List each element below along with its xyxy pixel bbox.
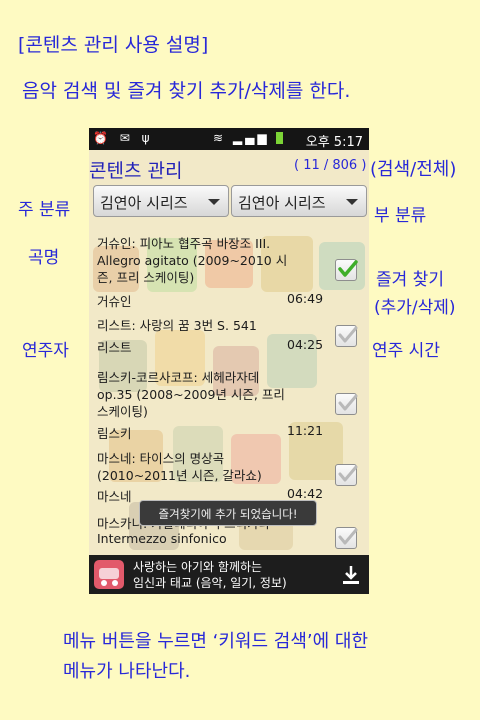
battery-icon [276,132,284,144]
annotation-song-title: 곡명 [28,248,60,268]
favorite-checkbox[interactable] [335,464,358,486]
annotation-duration: 연주 시간 [372,341,440,361]
sub-category-dropdown[interactable]: 김연아 시리즈 [231,185,367,217]
favorite-checkbox[interactable] [335,259,358,281]
ad-banner[interactable]: 사랑하는 아기와 함께하는 임신과 태교 (음악, 일기, 정보) [89,555,369,594]
checkmark-icon [338,528,358,545]
chevron-down-icon [208,199,220,205]
song-title: 림스키-코르사코프: 세헤라자데 op.35 (2008~2009년 시즌, 프… [97,370,285,419]
page-description: 음악 검색 및 즐겨 찾기 추가/삭제를 한다. [22,80,351,102]
status-bar: ⏰ ✉ ψ ≋ ▂▄▆ 오후 5:17 [89,128,369,150]
main-category-value: 김연아 시리즈 [100,194,188,212]
song-title: 마스네: 타이스의 명상곡 (2010~2011년 시즌, 갈라쇼) [97,451,262,483]
song-duration: 04:42 [287,486,324,501]
footer-line1: 메뉴 버튼을 누르면 ‘키워드 검색’에 대한 [63,631,369,652]
song-artist: Intermezzo sinfonico [97,531,227,546]
song-duration: 11:21 [287,423,324,438]
checkmark-icon [338,260,358,277]
favorite-checkbox[interactable] [335,393,358,415]
song-duration: 06:49 [287,291,324,306]
song-duration: 04:25 [287,337,324,352]
sub-category-value: 김연아 시리즈 [238,194,326,212]
song-row[interactable]: 리스트: 사랑의 꿈 3번 S. 541 리스트 04:25 [97,317,363,357]
status-notification-icons: ⏰ ✉ ψ [93,131,154,145]
song-title: 거슈인: 피아노 협주곡 바장조 III. Allegro agitato (2… [97,236,288,285]
annotation-favorite: 즐겨 찾기 [376,270,444,290]
song-artist: 리스트 [97,340,132,355]
song-row[interactable]: 림스키-코르사코프: 세헤라자데 op.35 (2008~2009년 시즌, 프… [97,369,363,441]
page-title: [콘텐츠 관리 사용 설명] [18,34,209,56]
ad-text-line2: 임신과 태교 (음악, 일기, 정보) [133,576,287,590]
app-title: 콘텐츠 관리 [89,160,183,182]
song-artist: 림스키 [97,426,132,441]
wifi-signal-icon: ≋ [213,131,227,145]
annotation-artist: 연주자 [22,341,69,361]
status-time: 오후 5:17 [305,135,363,150]
footer-line2: 메뉴가 나타난다. [63,661,191,682]
phone-screenshot: ⏰ ✉ ψ ≋ ▂▄▆ 오후 5:17 콘텐츠 관리 ( 11 / 806 ) … [89,128,369,594]
status-system-icons: ≋ ▂▄▆ [213,131,284,145]
ad-text-line1: 사랑하는 아기와 함께하는 [133,560,263,574]
checkmark-icon [338,465,358,482]
footer-note: 메뉴 버튼을 누르면 ‘키워드 검색’에 대한 메뉴가 나타난다. [63,627,368,687]
signal-bars-icon: ▂▄▆ [232,131,270,145]
annotation-main-category: 주 분류 [18,200,71,220]
song-artist: 거슈인 [97,294,132,309]
toast-message: 즐겨찾기에 추가 되었습니다! [139,500,317,526]
song-title: 리스트: 사랑의 꿈 3번 S. 541 [97,318,257,333]
annotation-search-all: (검색/전체) [370,159,457,180]
song-row[interactable]: 거슈인: 피아노 협주곡 바장조 III. Allegro agitato (2… [97,235,363,309]
download-icon[interactable] [341,564,361,586]
annotation-sub-category: 부 분류 [374,206,427,226]
baby-carriage-icon [94,560,124,589]
song-artist: 마스네 [97,489,132,504]
annotation-favorite-action: (추가/삭제) [374,298,456,318]
checkmark-icon [338,326,358,343]
result-count: ( 11 / 806 ) [294,158,367,173]
checkmark-icon [338,394,358,411]
chevron-down-icon [346,199,358,205]
main-category-dropdown[interactable]: 김연아 시리즈 [93,185,229,217]
favorite-checkbox[interactable] [335,325,358,347]
favorite-checkbox[interactable] [335,527,358,549]
